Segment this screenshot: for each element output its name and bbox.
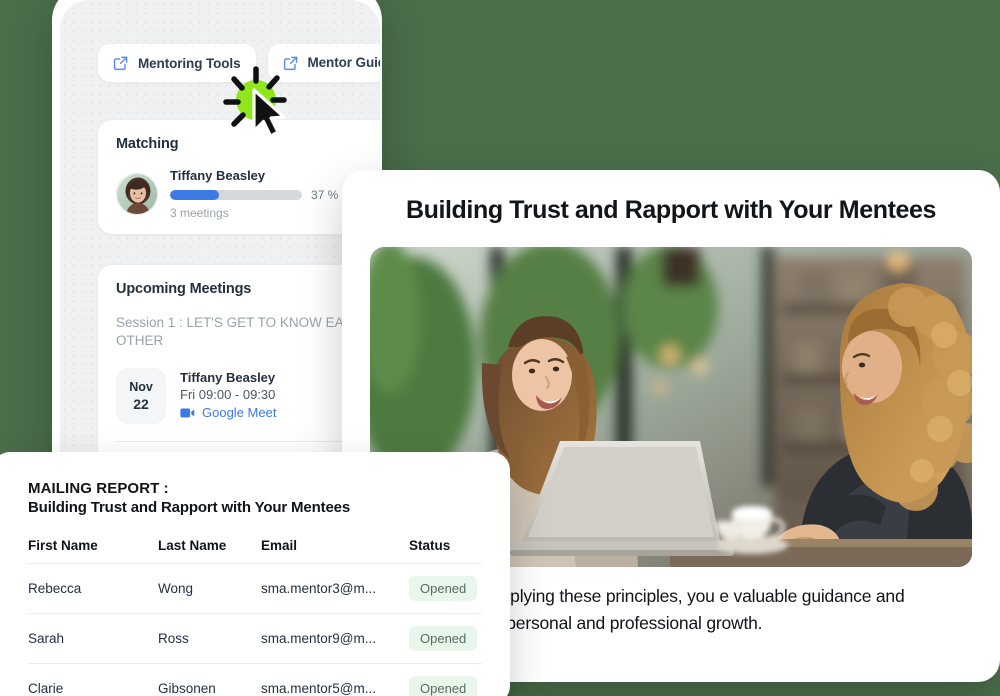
table-row[interactable]: Sarah Ross sma.mentor9@m... Opened — [28, 613, 482, 664]
matching-mentee-row[interactable]: Tiffany Beasley 37 % 3 meetings — [116, 168, 380, 220]
quick-links-row: Mentoring Tools Mentor Guide ⭐ — [60, 0, 380, 82]
mailing-report-kicker: MAILING REPORT : — [28, 480, 169, 497]
status-badge: Opened — [409, 576, 478, 601]
cell-last-name: Ross — [158, 613, 261, 664]
cell-status: Opened — [409, 613, 482, 664]
cell-last-name: Gibsonen — [158, 681, 216, 696]
progress-bar-fill — [170, 190, 219, 200]
status-badge: Opened — [409, 676, 478, 696]
mailing-report-table: First Name Last Name Email Status Rebecc… — [28, 538, 482, 696]
avatar — [116, 173, 158, 215]
column-header-status: Status — [409, 538, 482, 564]
article-title: Building Trust and Rapport with Your Men… — [405, 196, 937, 224]
cell-first-name: Sarah — [28, 613, 158, 664]
cell-first-name: Rebecca — [28, 563, 158, 614]
cell-email[interactable]: sma.mentor9@m... — [261, 613, 409, 664]
meeting-time: Fri 09:00 - 09:30 — [180, 387, 276, 403]
meeting-list-divider — [116, 441, 380, 442]
mailing-report-card: MAILING REPORT : Building Trust and Rapp… — [0, 452, 510, 696]
progress-percent-label: 37 % — [311, 188, 339, 202]
meeting-platform-link-row[interactable]: Google Meet — [180, 405, 276, 420]
table-header-row: First Name Last Name Email Status — [28, 538, 482, 564]
table-row[interactable]: Clarie Gibsonen sma.mentor5@m... Opened — [28, 664, 482, 696]
upcoming-meetings-title: Upcoming Meetings — [116, 281, 252, 297]
column-header-first-name: First Name — [28, 538, 158, 564]
cell-status: Opened — [409, 563, 482, 614]
meeting-details: Tiffany Beasley Fri 09:00 - 09:30 Google… — [180, 368, 276, 420]
meeting-date-chip: Nov 22 — [116, 368, 166, 425]
meeting-day: 22 — [133, 396, 149, 413]
table-row[interactable]: Rebecca Wong sma.mentor3@m... Opened — [28, 563, 482, 614]
cell-last-name: Wong — [158, 563, 261, 614]
column-header-last-name: Last Name — [158, 538, 261, 564]
progress-bar — [170, 190, 302, 200]
meeting-attendee: Tiffany Beasley — [180, 370, 276, 386]
video-camera-icon — [180, 407, 195, 419]
mailing-report-subject: Building Trust and Rapport with Your Men… — [28, 499, 351, 516]
cell-email[interactable]: sma.mentor3@m... — [261, 563, 409, 614]
status-badge: Opened — [409, 626, 478, 651]
meeting-item[interactable]: Nov 22 Tiffany Beasley Fri 09:00 - 09:30… — [116, 368, 380, 425]
cell-email[interactable]: sma.mentor5@m... — [261, 664, 409, 696]
upcoming-meetings-card: Upcoming Meetings Session 1 : LET'S GET … — [98, 265, 380, 480]
cell-status: Opened — [409, 664, 482, 696]
external-link-icon — [113, 55, 129, 71]
column-header-email: Email — [261, 538, 409, 564]
dashboard-panel: Mentoring Tools Mentor Guide ⭐ Matching — [60, 0, 380, 480]
meeting-month: Nov — [129, 380, 153, 395]
cell-first-name: Clarie — [28, 681, 64, 696]
session-label: Session 1 : LET'S GET TO KNOW EACH OTHER — [116, 315, 363, 349]
click-burst-cursor-icon — [222, 62, 296, 140]
google-meet-link[interactable]: Google Meet — [202, 405, 276, 420]
mentor-guide-label: Mentor Guide ⭐ — [307, 55, 381, 70]
